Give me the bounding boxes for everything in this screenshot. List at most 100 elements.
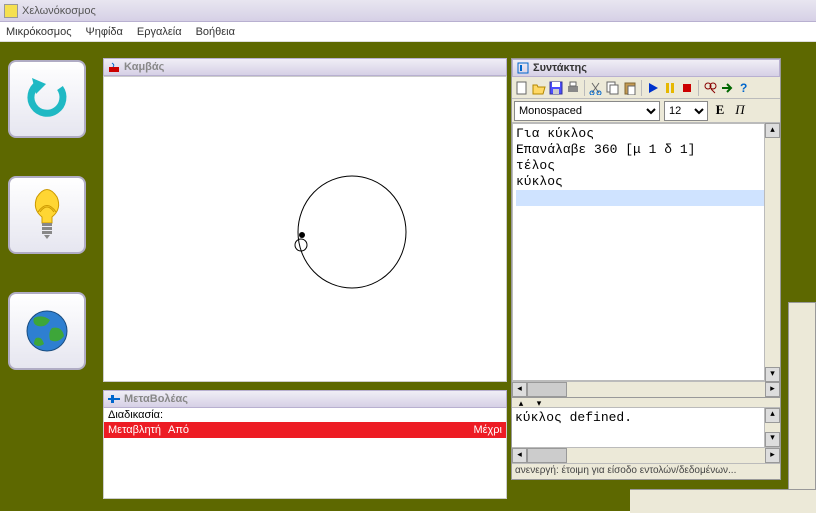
variables-table-header: Μεταβλητή Από Μέχρι: [104, 422, 506, 438]
expand-down-icon[interactable]: ▾: [530, 398, 548, 407]
variables-panel: ΜεταΒολέας Διαδικασία: Μεταβλητή Από Μέχ…: [103, 390, 507, 499]
scroll-left-icon[interactable]: ◂: [512, 448, 527, 463]
scroll-up-icon[interactable]: ▴: [765, 408, 780, 423]
editor-panel: Συντάκτης ? Monospaced 12 E Π: [511, 58, 781, 480]
undo-icon: [22, 74, 72, 124]
col-to: Μέχρι: [462, 424, 502, 436]
java-icon: [108, 61, 120, 73]
output-area[interactable]: κύκλος defined. ▴ ▾: [512, 407, 780, 447]
bold-button[interactable]: E: [712, 102, 728, 120]
splitter-toggles: ▴ ▾: [512, 397, 780, 407]
scroll-thumb[interactable]: [527, 382, 567, 397]
undo-button[interactable]: [8, 60, 86, 138]
turtle-drawing: [104, 77, 506, 381]
open-button[interactable]: [531, 80, 547, 96]
separator: [698, 80, 699, 96]
help-icon: ?: [737, 81, 751, 95]
code-cursor-line: [516, 190, 777, 206]
editor-toolbar: ?: [512, 77, 780, 99]
code-hscroll[interactable]: ◂ ▸: [512, 381, 780, 397]
scroll-right-icon[interactable]: ▸: [765, 448, 780, 463]
editor-header[interactable]: Συντάκτης: [512, 59, 780, 77]
goto-button[interactable]: [719, 80, 735, 96]
variables-empty: [104, 438, 506, 498]
save-button[interactable]: [548, 80, 564, 96]
variables-header[interactable]: ΜεταΒολέας: [103, 390, 507, 408]
scroll-down-icon[interactable]: ▾: [765, 367, 780, 382]
find-button[interactable]: [702, 80, 718, 96]
scroll-track[interactable]: [527, 448, 765, 463]
open-icon: [532, 81, 546, 95]
code-vscroll[interactable]: ▴ ▾: [764, 123, 780, 382]
output-text: κύκλος defined.: [515, 410, 632, 425]
menu-microworld[interactable]: Μικρόκοσμος: [6, 26, 72, 38]
stop-icon: [680, 81, 694, 95]
code-line: κύκλος: [516, 174, 777, 190]
procedure-label: Διαδικασία:: [104, 408, 506, 422]
size-select[interactable]: 12: [664, 101, 708, 121]
cut-icon: [589, 81, 603, 95]
menu-help[interactable]: Βοήθεια: [196, 26, 235, 38]
code-line: Επανάλαβε 360 [μ 1 δ 1]: [516, 142, 777, 158]
col-variable: Μεταβλητή: [108, 424, 168, 436]
scroll-thumb[interactable]: [527, 448, 567, 463]
scroll-right-icon[interactable]: ▸: [765, 382, 780, 397]
menu-component[interactable]: Ψηφίδα: [86, 26, 123, 38]
paste-button[interactable]: [622, 80, 638, 96]
new-button[interactable]: [514, 80, 530, 96]
save-icon: [549, 81, 563, 95]
font-row: Monospaced 12 E Π: [512, 99, 780, 123]
canvas-panel: Καμβάς: [103, 58, 507, 382]
code-line: τέλος: [516, 158, 777, 174]
globe-icon: [22, 306, 72, 356]
canvas-area[interactable]: [103, 76, 507, 382]
editor-title: Συντάκτης: [533, 62, 587, 74]
bottom-dock-edge[interactable]: [630, 489, 816, 513]
help-button[interactable]: ?: [736, 80, 752, 96]
play-button[interactable]: [645, 80, 661, 96]
copy-icon: [606, 81, 620, 95]
app-icon: [4, 4, 18, 18]
cut-button[interactable]: [588, 80, 604, 96]
slider-icon: [108, 393, 120, 405]
svg-text:?: ?: [740, 81, 747, 95]
separator: [584, 80, 585, 96]
status-line: ανενεργή: έτοιμη για είσοδο εντολών/δεδο…: [512, 463, 780, 479]
pause-icon: [663, 81, 677, 95]
output-hscroll[interactable]: ◂ ▸: [512, 447, 780, 463]
col-from: Από: [168, 424, 462, 436]
find-icon: [703, 81, 717, 95]
print-button[interactable]: [565, 80, 581, 96]
font-select[interactable]: Monospaced: [514, 101, 660, 121]
canvas-header[interactable]: Καμβάς: [103, 58, 507, 76]
scroll-track[interactable]: [527, 382, 765, 397]
menu-tools[interactable]: Εργαλεία: [137, 26, 182, 38]
paste-icon: [623, 81, 637, 95]
new-icon: [515, 81, 529, 95]
pause-button[interactable]: [662, 80, 678, 96]
editor-icon: [517, 62, 529, 74]
lightbulb-icon: [22, 187, 72, 243]
stop-button[interactable]: [679, 80, 695, 96]
window-title: Χελωνόκοσμος: [22, 5, 96, 17]
collapse-up-icon[interactable]: ▴: [512, 398, 530, 407]
italic-button[interactable]: Π: [732, 102, 748, 120]
scroll-down-icon[interactable]: ▾: [765, 432, 780, 447]
copy-button[interactable]: [605, 80, 621, 96]
variables-title: ΜεταΒολέας: [124, 393, 188, 405]
globe-button[interactable]: [8, 292, 86, 370]
canvas-title: Καμβάς: [124, 61, 164, 73]
menu-bar: Μικρόκοσμος Ψηφίδα Εργαλεία Βοήθεια: [0, 22, 816, 42]
scroll-up-icon[interactable]: ▴: [765, 123, 780, 138]
work-area: Καμβάς ΜεταΒολέας Διαδικασία: Μεταβλητή …: [0, 42, 816, 511]
variables-body: Διαδικασία: Μεταβλητή Από Μέχρι: [103, 408, 507, 499]
play-icon: [646, 81, 660, 95]
output-vscroll[interactable]: ▴ ▾: [764, 408, 780, 447]
code-area[interactable]: Για κύκλος Επανάλαβε 360 [μ 1 δ 1] τέλος…: [512, 123, 780, 381]
scroll-left-icon[interactable]: ◂: [512, 382, 527, 397]
right-dock-edge[interactable]: [788, 302, 816, 492]
code-line: Για κύκλος: [516, 126, 777, 142]
separator: [641, 80, 642, 96]
code-area-wrap: Για κύκλος Επανάλαβε 360 [μ 1 δ 1] τέλος…: [512, 123, 780, 397]
idea-button[interactable]: [8, 176, 86, 254]
